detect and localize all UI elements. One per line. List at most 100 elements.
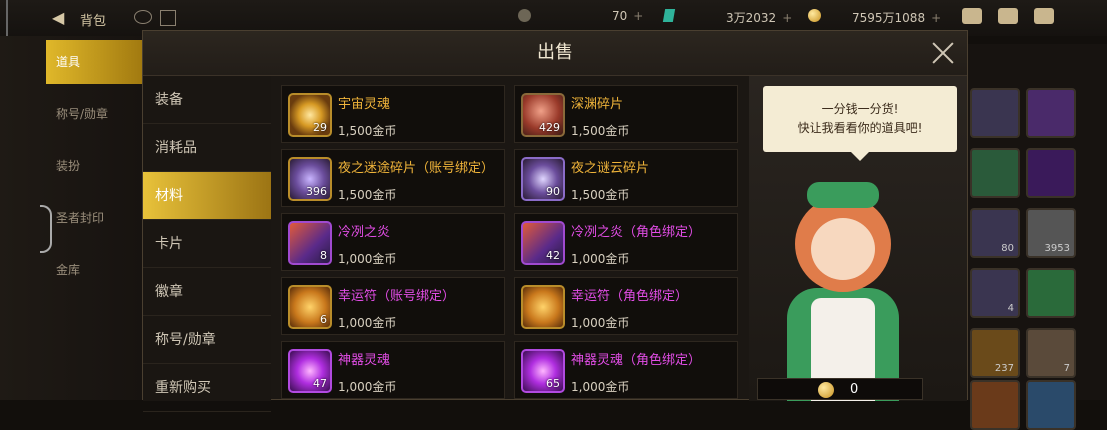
sell-dialog: 出售 装备 消耗品 材料 卡片 徽章 称号/勋章 重新购买 29 宇宙灵魂 1,… (142, 30, 968, 412)
item-price: 1,500金币 (338, 188, 397, 202)
night-cloud-shard-icon: 90 (521, 157, 565, 201)
item-price: 1,000金币 (338, 252, 397, 266)
slot-count: 80 (1001, 243, 1014, 254)
page-title: 背包 (80, 14, 107, 29)
inventory-slot[interactable] (970, 88, 1020, 138)
item-price: 1,000金币 (338, 316, 397, 330)
currency-moon (518, 9, 531, 23)
slot-count: 3953 (1044, 243, 1070, 254)
item-name: 夜之迷途碎片（账号绑定） (338, 161, 495, 176)
inventory-slot[interactable]: 80 (970, 208, 1020, 258)
sell-item[interactable]: 65 神器灵魂（角色绑定） 1,000金币 (514, 341, 738, 399)
sell-categories: 装备 消耗品 材料 卡片 徽章 称号/勋章 重新购买 (143, 76, 271, 412)
currency-2: 3万2032 + (726, 9, 792, 26)
cold-flame-icon: 8 (288, 221, 332, 265)
category-badges[interactable]: 徽章 (143, 268, 271, 316)
category-buyback[interactable]: 重新购买 (143, 364, 271, 412)
dialog-header: 出售 (143, 31, 967, 76)
add-currency-3-button[interactable]: + (931, 11, 941, 25)
sell-item[interactable]: 8 冷冽之炎 1,000金币 (281, 213, 505, 271)
inventory-slot[interactable]: 4 (970, 268, 1020, 318)
sell-item[interactable]: 42 冷冽之炎（角色绑定） 1,000金币 (514, 213, 738, 271)
dialog-title: 出售 (537, 42, 573, 63)
gem-icon (662, 9, 676, 23)
inventory-tab-titles[interactable]: 称号/勋章 (46, 92, 142, 136)
inventory-tab-vault[interactable]: 金库 (46, 248, 142, 292)
sell-item[interactable]: 90 夜之谜云碎片 1,500金币 (514, 149, 738, 207)
category-materials[interactable]: 材料 (143, 172, 271, 220)
item-name: 夜之谜云碎片 (571, 161, 650, 176)
npc-line-1: 一分钱一分货! (821, 102, 899, 116)
inventory-slot[interactable] (970, 148, 1020, 198)
slot-count: 4 (1007, 303, 1014, 314)
cake-icon[interactable] (962, 8, 982, 24)
abyss-shard-icon: 429 (521, 93, 565, 137)
inventory-slot[interactable] (1026, 148, 1076, 198)
item-price: 1,000金币 (571, 316, 630, 330)
frame-icon[interactable] (160, 10, 176, 26)
sell-item[interactable]: 429 深渊碎片 1,500金币 (514, 85, 738, 143)
item-name: 深渊碎片 (571, 97, 624, 112)
item-name: 幸运符（账号绑定） (338, 289, 456, 304)
gold-coin-icon (818, 382, 834, 398)
item-price: 1,500金币 (338, 124, 397, 138)
sell-item-list: 29 宇宙灵魂 1,500金币 429 深渊碎片 1,500金币 396 夜之迷… (281, 85, 743, 401)
chat-icon[interactable] (1034, 8, 1054, 24)
add-currency-2-button[interactable]: + (782, 11, 792, 25)
sell-item[interactable]: 幸运符（角色绑定） 1,000金币 (514, 277, 738, 335)
artifact-soul-icon: 65 (521, 349, 565, 393)
inventory-slot[interactable]: 3953 (1026, 208, 1076, 258)
artifact-soul-icon: 47 (288, 349, 332, 393)
item-price: 1,500金币 (571, 188, 630, 202)
mail-icon[interactable] (998, 8, 1018, 24)
sell-item[interactable]: 47 神器灵魂 1,000金币 (281, 341, 505, 399)
item-price: 1,500金币 (571, 124, 630, 138)
item-name: 神器灵魂（角色绑定） (571, 353, 702, 368)
item-price: 1,000金币 (338, 380, 397, 394)
inventory-slot[interactable] (1026, 380, 1076, 430)
category-titles[interactable]: 称号/勋章 (143, 316, 271, 364)
item-name: 冷冽之炎 (338, 225, 391, 240)
sell-item[interactable]: 396 夜之迷途碎片（账号绑定） 1,500金币 (281, 149, 505, 207)
item-name: 幸运符（角色绑定） (571, 289, 689, 304)
inventory-tab-seal[interactable]: 圣者封印 (46, 196, 142, 240)
moon-icon (518, 9, 531, 22)
category-cards[interactable]: 卡片 (143, 220, 271, 268)
currency-1-value: 70 (612, 9, 628, 23)
currency-3-value: 7595万1088 (852, 11, 926, 25)
inventory-slot[interactable]: 7 (1026, 328, 1076, 378)
sell-item[interactable]: 6 幸运符（账号绑定） 1,000金币 (281, 277, 505, 335)
lucky-charm-icon: 6 (288, 285, 332, 329)
inventory-grid: 80 3953 4 237 7 (968, 44, 1107, 430)
sell-total-value: 0 (850, 382, 859, 397)
side-bracket (40, 205, 52, 253)
inventory-slot[interactable]: 237 (970, 328, 1020, 378)
eye-icon[interactable] (134, 10, 152, 24)
back-arrow-icon[interactable]: ◀ (52, 8, 64, 27)
gold-coin-icon (808, 9, 821, 23)
inventory-slot[interactable] (970, 380, 1020, 430)
item-price: 1,000金币 (571, 380, 630, 394)
npc-speech-bubble: 一分钱一分货! 快让我看看你的道具吧! (763, 86, 957, 161)
inventory-slot[interactable] (1026, 268, 1076, 318)
slot-count: 7 (1063, 363, 1070, 374)
add-currency-1-button[interactable]: + (633, 9, 643, 23)
night-shard-icon: 396 (288, 157, 332, 201)
inventory-tab-avatar[interactable]: 装扮 (46, 144, 142, 188)
category-consumables[interactable]: 消耗品 (143, 124, 271, 172)
npc-line-2: 快让我看看你的道具吧! (797, 121, 923, 135)
sell-item[interactable]: 29 宇宙灵魂 1,500金币 (281, 85, 505, 143)
lucky-charm-icon (521, 285, 565, 329)
currency-1: 70 + (612, 9, 643, 23)
slot-count: 237 (994, 363, 1014, 374)
inventory-slot[interactable] (1026, 88, 1076, 138)
cosmic-soul-icon: 29 (288, 93, 332, 137)
inventory-tab-items[interactable]: 道具 (46, 40, 142, 84)
currency-3: 7595万1088 + (852, 9, 941, 26)
inventory-tabs: 道具 称号/勋章 装扮 圣者封印 金库 (0, 36, 142, 400)
close-icon[interactable] (931, 41, 955, 65)
sell-total: 0 (757, 378, 923, 400)
item-name: 宇宙灵魂 (338, 97, 391, 112)
cold-flame-icon: 42 (521, 221, 565, 265)
category-equipment[interactable]: 装备 (143, 76, 271, 124)
